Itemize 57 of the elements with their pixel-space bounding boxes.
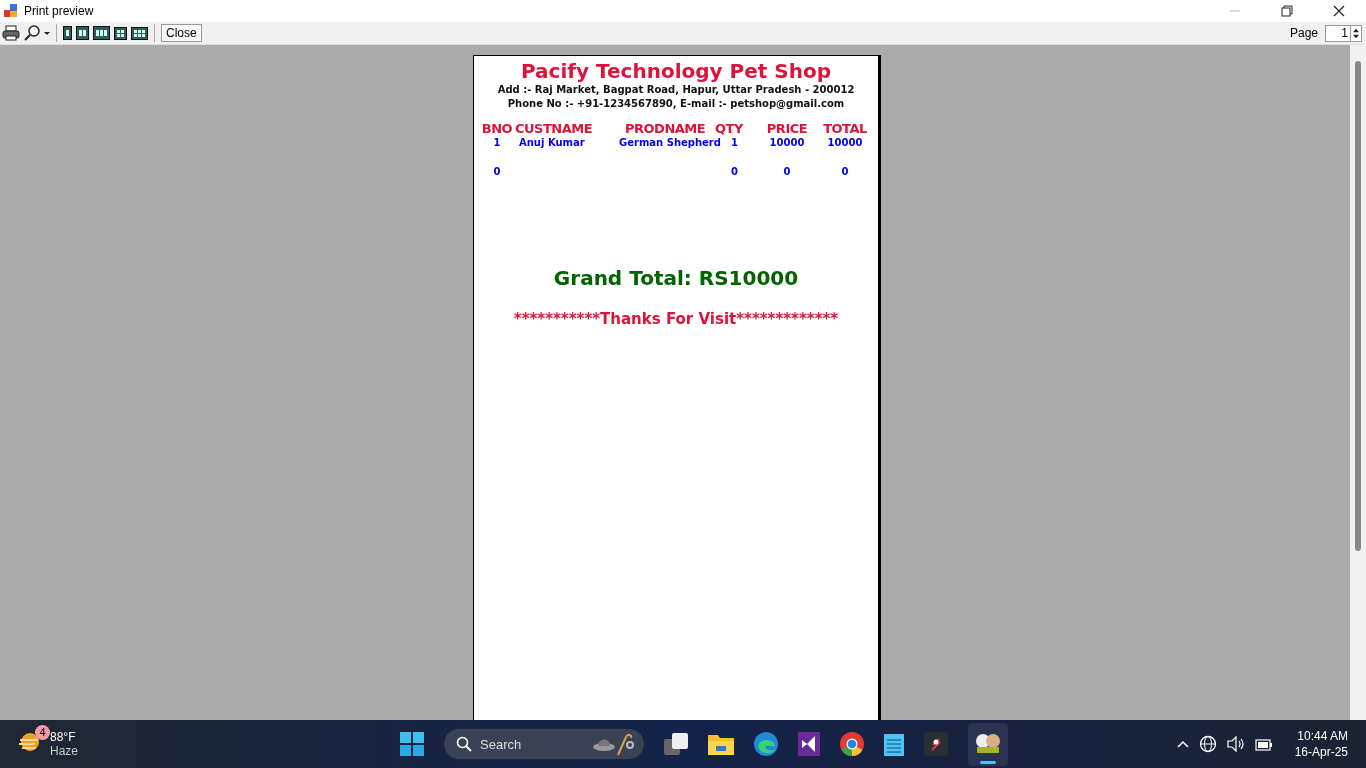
- column-header: PRODNAME: [624, 121, 707, 136]
- temperature: 88°F: [50, 730, 77, 744]
- notepad-icon[interactable]: [884, 732, 904, 756]
- folder-icon[interactable]: [708, 733, 734, 755]
- printer-icon[interactable]: [2, 25, 20, 41]
- taskbar-search[interactable]: Search: [444, 729, 644, 759]
- table-cell: 0: [731, 166, 738, 177]
- window-title: Print preview: [24, 4, 94, 18]
- table-cell: 1: [731, 137, 738, 148]
- three-pages-icon[interactable]: [93, 26, 110, 40]
- edge-browser-icon[interactable]: [754, 732, 778, 756]
- clock-date[interactable]: 16-Apr-25: [1294, 744, 1348, 760]
- close-button[interactable]: Close: [161, 24, 202, 42]
- speaker-icon[interactable]: [1226, 736, 1245, 752]
- clock-time[interactable]: 10:44 AM: [1297, 728, 1348, 744]
- shop-address: Add :- Raj Market, Bagpat Road, Hapur, Uttar Pradesh - 200012: [497, 83, 855, 97]
- battery-icon[interactable]: [1254, 737, 1273, 751]
- column-header: TOTAL: [822, 121, 868, 136]
- table-cell: 0: [493, 166, 501, 177]
- app-icon: [4, 4, 18, 18]
- page-label: Page: [1289, 26, 1318, 40]
- six-pages-icon[interactable]: [131, 26, 148, 40]
- spin-arrows-icon[interactable]: [1351, 24, 1362, 42]
- search-icon: [456, 736, 472, 752]
- hat-and-cane-icon: [592, 731, 636, 757]
- column-header: PRICE: [765, 121, 809, 136]
- shop-contact: Phone No :- +91-1234567890, E-mail :- petshop@gmail.com: [507, 97, 845, 111]
- shop-name: Pacify Technology Pet Shop: [521, 59, 831, 83]
- column-header: QTY: [715, 121, 745, 136]
- table-cell: German Shepherd: [619, 137, 721, 148]
- grand-total: Grand Total: RS10000: [553, 266, 799, 290]
- task-view-icon[interactable]: [664, 733, 688, 755]
- table-cell: Anuj Kumar: [519, 137, 585, 148]
- column-header: BNO: [480, 121, 514, 136]
- page-number-field[interactable]: 1: [1325, 24, 1351, 42]
- globe-icon[interactable]: [1198, 735, 1217, 753]
- close-icon[interactable]: [1333, 5, 1345, 17]
- vertical-scrollbar[interactable]: [1350, 45, 1366, 720]
- table-cell: 0: [783, 166, 791, 177]
- app-icon[interactable]: [924, 732, 948, 756]
- column-header: CUSTNAME: [515, 121, 594, 136]
- weather-condition: Haze: [50, 744, 78, 758]
- notification-badge: 4: [35, 725, 50, 740]
- four-pages-icon[interactable]: [114, 26, 127, 40]
- table-cell: 0: [841, 166, 849, 177]
- chrome-icon[interactable]: [840, 732, 864, 756]
- visual-studio-icon[interactable]: [798, 732, 820, 756]
- thanks-message: ***********Thanks For Visit*************: [513, 310, 839, 328]
- start-icon[interactable]: [400, 732, 424, 756]
- zoom-icon[interactable]: [24, 25, 50, 41]
- table-cell: 1: [493, 137, 501, 148]
- table-cell: 10000: [769, 137, 805, 148]
- two-pages-icon[interactable]: [76, 26, 89, 40]
- restore-icon[interactable]: [1281, 5, 1293, 17]
- table-cell: 10000: [827, 137, 863, 148]
- one-page-icon[interactable]: [63, 26, 72, 40]
- chevron-up-icon[interactable]: [1176, 740, 1189, 748]
